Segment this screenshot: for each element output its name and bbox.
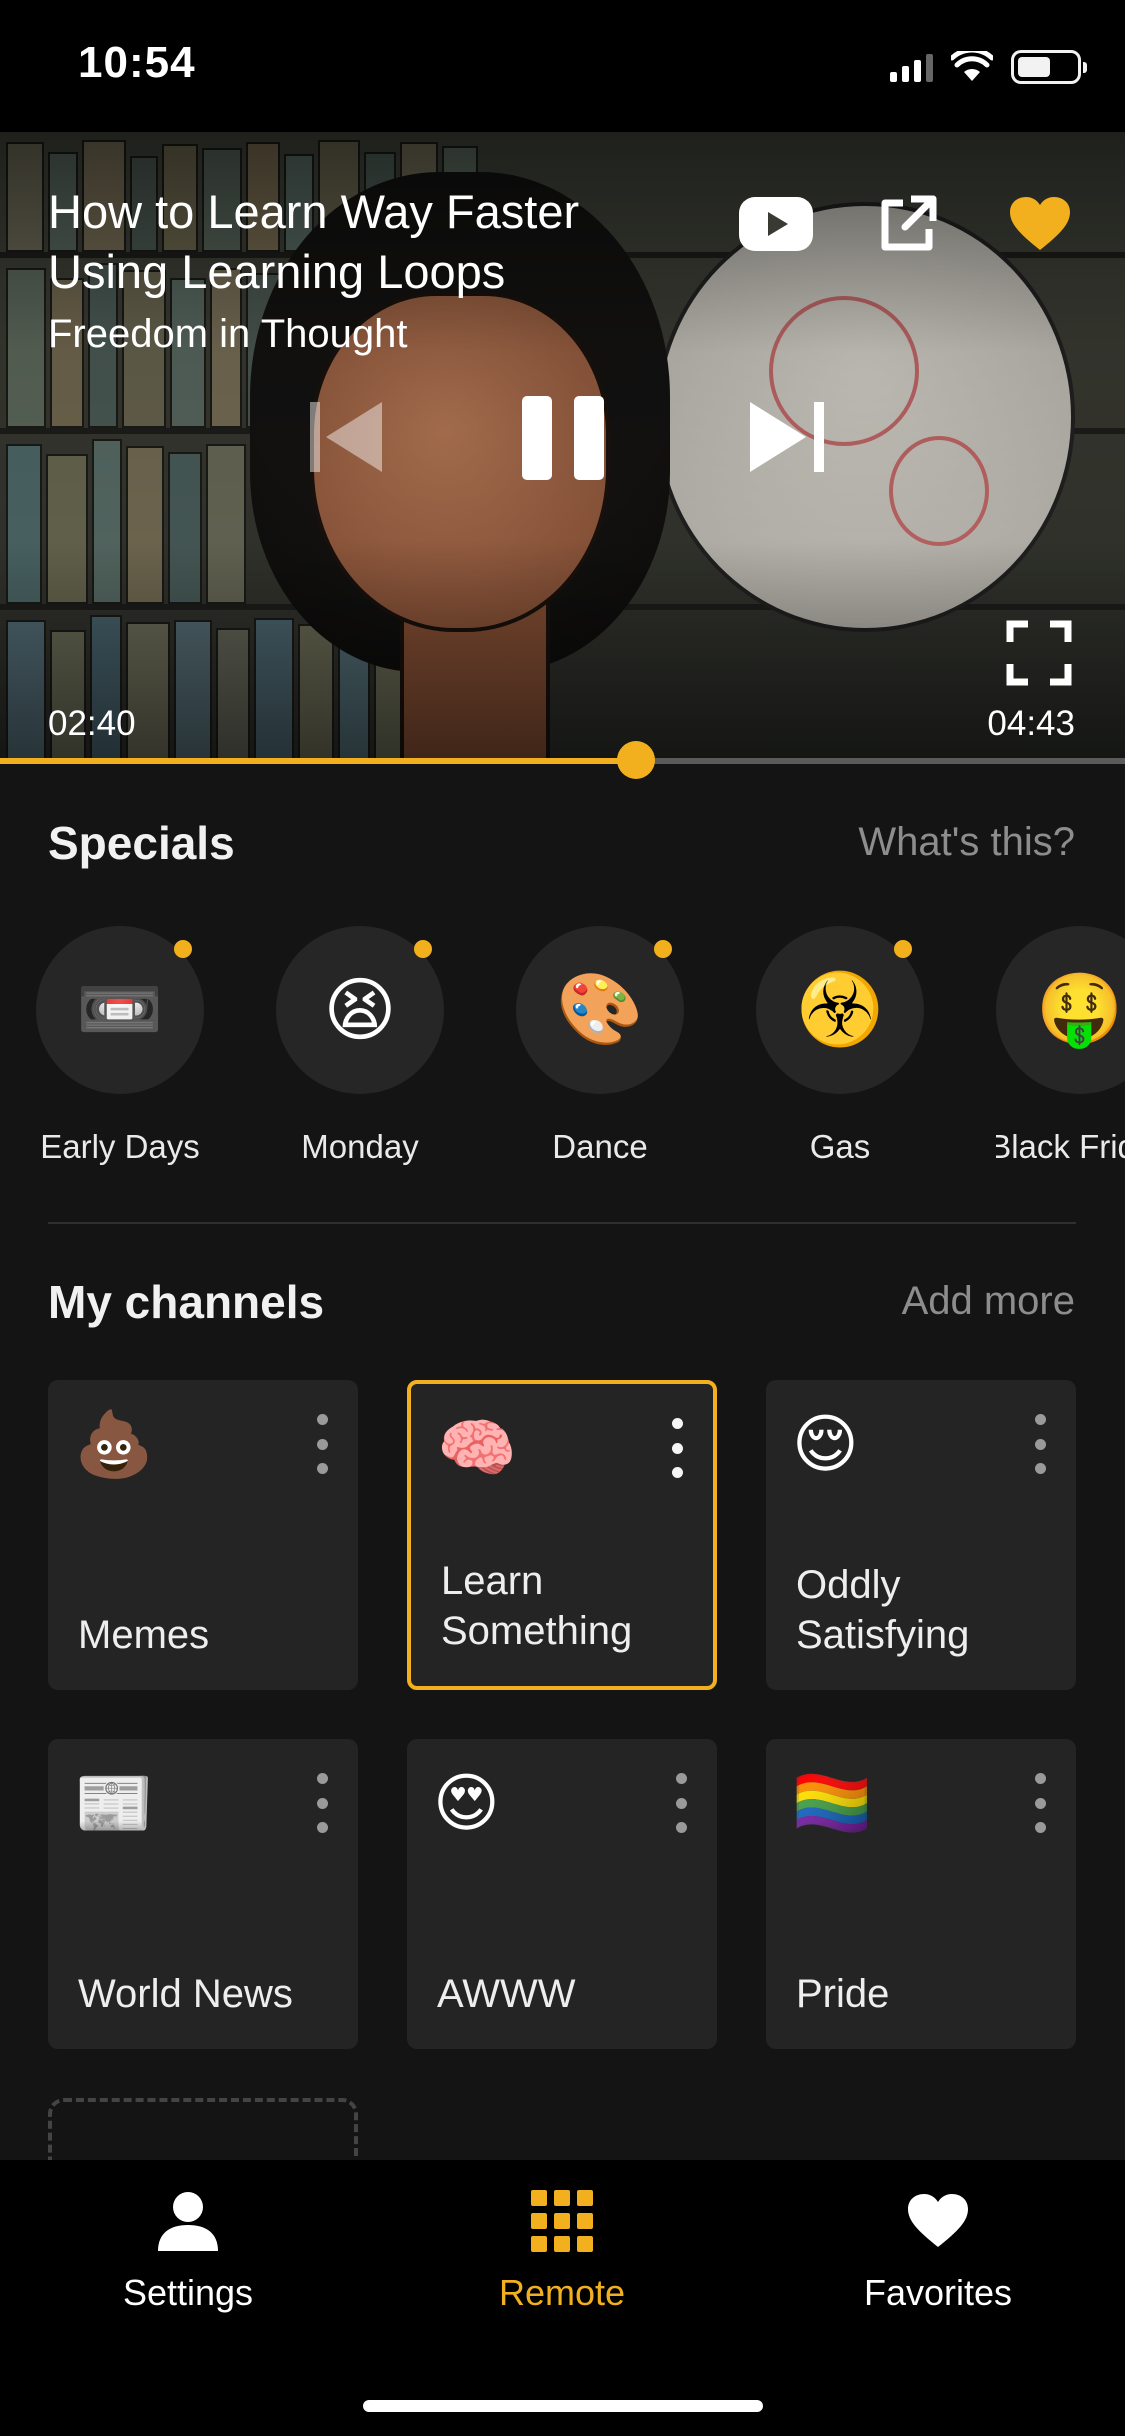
section-divider bbox=[48, 1222, 1076, 1224]
cellular-signal-icon bbox=[890, 52, 933, 82]
special-label: Black Friday bbox=[996, 1128, 1125, 1165]
biohazard-icon: ☣️ bbox=[796, 970, 884, 1048]
progress-thumb[interactable] bbox=[616, 741, 655, 779]
special-label: Early Days bbox=[40, 1128, 200, 1165]
special-circle: 📼 bbox=[36, 926, 204, 1094]
grid-icon bbox=[527, 2186, 597, 2256]
channel-card-awww[interactable]: 😍 AWWW bbox=[407, 1739, 717, 2049]
channel-card-world-news[interactable]: 📰 World News bbox=[48, 1739, 358, 2049]
battery-icon bbox=[1011, 50, 1087, 84]
special-item[interactable]: 🤑 Black Friday bbox=[996, 926, 1125, 1165]
status-icons bbox=[890, 50, 1087, 84]
poop-icon: 💩 bbox=[74, 1408, 154, 1480]
special-circle: 😫 bbox=[276, 926, 444, 1094]
channel-label: Learn Something bbox=[441, 1559, 633, 1653]
channel-card-learn-something[interactable]: 🧠 Learn Something bbox=[407, 1380, 717, 1690]
tab-label: Remote bbox=[498, 2272, 626, 2313]
tab-bar: Settings Remote Favorites bbox=[0, 2160, 1125, 2436]
previous-icon[interactable] bbox=[296, 382, 406, 492]
more-options-icon[interactable] bbox=[671, 1773, 691, 1833]
new-badge bbox=[414, 940, 432, 958]
palette-icon: 🎨 bbox=[556, 970, 644, 1048]
new-badge bbox=[894, 940, 912, 958]
heart-eyes-icon: 😍 bbox=[433, 1767, 500, 1839]
channel-label: Memes bbox=[78, 1613, 210, 1657]
special-item-clip: 🤑 Black Friday bbox=[996, 926, 1125, 1186]
brain-icon: 🧠 bbox=[437, 1412, 517, 1484]
add-more-link[interactable]: Add more bbox=[902, 1279, 1075, 1324]
status-time: 10:54 bbox=[78, 38, 196, 87]
special-label: Gas bbox=[809, 1128, 871, 1165]
wifi-icon bbox=[951, 51, 993, 81]
pause-icon[interactable] bbox=[508, 382, 618, 492]
video-player[interactable]: How to Learn Way Faster Using Learning L… bbox=[0, 132, 1125, 762]
special-item[interactable]: 🎨 Dance bbox=[516, 926, 684, 1165]
more-options-icon[interactable] bbox=[667, 1418, 687, 1478]
channel-label: AWWW bbox=[437, 1972, 576, 2016]
total-time: 04:43 bbox=[987, 704, 1075, 743]
heart-icon bbox=[903, 2186, 973, 2256]
tab-label: Settings bbox=[122, 2272, 254, 2313]
tab-label: Favorites bbox=[863, 2272, 1013, 2313]
special-label: Dance bbox=[552, 1128, 648, 1165]
tab-settings[interactable]: Settings bbox=[68, 2186, 308, 2314]
tired-face-icon: 😫 bbox=[323, 971, 397, 1049]
tab-remote[interactable]: Remote bbox=[442, 2186, 682, 2314]
rainbow-flag-icon: 🏳️‍🌈 bbox=[792, 1767, 872, 1839]
channel-label: Pride bbox=[796, 1972, 890, 2016]
special-item[interactable]: ☣️ Gas bbox=[756, 926, 924, 1165]
share-icon[interactable] bbox=[868, 184, 948, 264]
favorite-heart-icon[interactable] bbox=[1000, 184, 1080, 264]
videotape-icon: 📼 bbox=[76, 970, 164, 1048]
special-item[interactable]: 📼 Early Days bbox=[36, 926, 204, 1165]
special-item[interactable]: 😫 Monday bbox=[276, 926, 444, 1165]
next-icon[interactable] bbox=[730, 382, 840, 492]
relieved-face-icon: 😌 bbox=[792, 1408, 859, 1480]
channel-label: World News bbox=[78, 1972, 293, 2016]
channel-label: Oddly Satisfying bbox=[796, 1563, 970, 1657]
channel-card-memes[interactable]: 💩 Memes bbox=[48, 1380, 358, 1690]
youtube-icon[interactable] bbox=[736, 184, 816, 264]
special-circle: 🎨 bbox=[516, 926, 684, 1094]
current-time: 02:40 bbox=[48, 704, 136, 743]
new-badge bbox=[654, 940, 672, 958]
home-indicator[interactable] bbox=[363, 2400, 763, 2412]
video-channel[interactable]: Freedom in Thought bbox=[48, 312, 407, 357]
channel-card-oddly-satisfying[interactable]: 😌 Oddly Satisfying bbox=[766, 1380, 1076, 1690]
more-options-icon[interactable] bbox=[312, 1414, 332, 1474]
newspaper-icon: 📰 bbox=[74, 1767, 154, 1839]
more-options-icon[interactable] bbox=[312, 1773, 332, 1833]
progress-bar[interactable] bbox=[0, 741, 1125, 779]
special-circle: ☣️ bbox=[756, 926, 924, 1094]
channel-card-pride[interactable]: 🏳️‍🌈 Pride bbox=[766, 1739, 1076, 2049]
person-icon bbox=[153, 2186, 223, 2256]
whats-this-link[interactable]: What's this? bbox=[858, 820, 1075, 865]
fullscreen-icon[interactable] bbox=[1006, 620, 1072, 686]
special-circle: 🤑 bbox=[996, 926, 1125, 1094]
status-bar: 10:54 bbox=[0, 0, 1125, 132]
channels-title: My channels bbox=[48, 1276, 325, 1328]
progress-fill bbox=[0, 758, 636, 764]
specials-title: Specials bbox=[48, 817, 235, 869]
more-options-icon[interactable] bbox=[1030, 1414, 1050, 1474]
money-mouth-icon: 🤑 bbox=[1036, 970, 1124, 1048]
more-options-icon[interactable] bbox=[1030, 1773, 1050, 1833]
special-label: Monday bbox=[301, 1128, 419, 1165]
tab-favorites[interactable]: Favorites bbox=[818, 2186, 1058, 2314]
video-title: How to Learn Way Faster Using Learning L… bbox=[48, 185, 580, 298]
new-badge bbox=[174, 940, 192, 958]
